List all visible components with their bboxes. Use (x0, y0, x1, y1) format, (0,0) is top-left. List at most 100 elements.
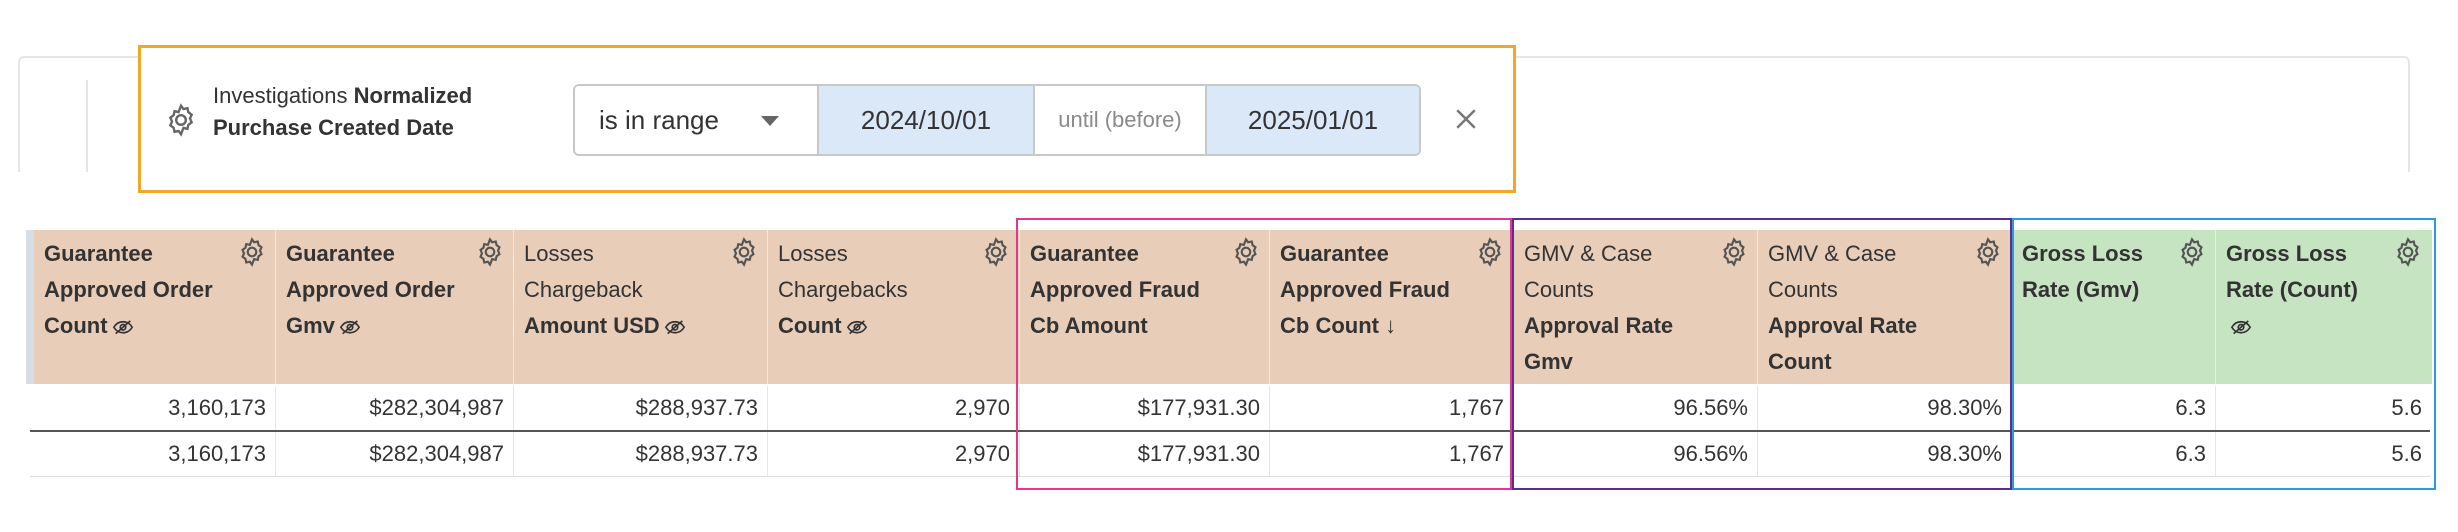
table-cell: $288,937.73 (635, 395, 758, 420)
cell-separator (513, 432, 514, 476)
filter-row: Investigations Normalized Purchase Creat… (138, 45, 1516, 193)
header-line3: Approval Rate (1524, 313, 1674, 338)
cell-separator (1019, 386, 1020, 430)
header-line2: Counts (1524, 277, 1594, 302)
cell-separator (513, 386, 514, 430)
column-header-1[interactable]: Guarantee Approved Order Count (34, 230, 276, 384)
column-header-label: GMV & Case Counts Approval Rate Count (1768, 236, 1962, 380)
column-header-8[interactable]: GMV & Case Counts Approval Rate Count (1758, 230, 2012, 384)
cell-separator (275, 432, 276, 476)
panel-divider (86, 80, 88, 172)
column-header-10[interactable]: Gross Loss Rate (Count) (2216, 230, 2432, 384)
header-line1: Gross Loss (2226, 241, 2348, 266)
cell-separator (1269, 386, 1270, 430)
header-line3: Amount USD (524, 313, 660, 338)
table-cell: 1,767 (1448, 441, 1504, 466)
cell-separator (2011, 386, 2012, 430)
column-header-label: Guarantee Approved Fraud Cb Amount (1030, 236, 1220, 344)
table-left-strip (26, 230, 34, 384)
remove-filter-icon[interactable] (1451, 104, 1481, 134)
cell-separator (2215, 386, 2216, 430)
cell-separator (2215, 432, 2216, 476)
table-cell: 6.3 (2175, 441, 2206, 466)
header-separator (1269, 230, 1270, 384)
cell-separator (2011, 432, 2012, 476)
table-cell: 96.56% (1673, 441, 1748, 466)
column-gear-icon[interactable] (1718, 236, 1750, 268)
column-header-2[interactable]: Guarantee Approved Order Gmv (276, 230, 514, 384)
column-header-5[interactable]: Guarantee Approved Fraud Cb Amount (1020, 230, 1270, 384)
header-line3: Gmv (286, 313, 335, 338)
column-gear-icon[interactable] (980, 236, 1012, 268)
column-gear-icon[interactable] (1972, 236, 2004, 268)
until-label: until (before) (1033, 86, 1205, 154)
table-cell: 98.30% (1927, 395, 2002, 420)
column-gear-icon[interactable] (236, 236, 268, 268)
table-cell: 5.6 (2391, 395, 2422, 420)
filter-gear-icon[interactable] (163, 102, 199, 138)
header-line1: Losses (524, 241, 594, 266)
row-divider (30, 430, 2430, 432)
header-line2: Counts (1768, 277, 1838, 302)
operator-value: is in range (599, 104, 719, 135)
table-cell: 3,160,173 (168, 441, 266, 466)
column-header-9[interactable]: Gross Loss Rate (Gmv) (2012, 230, 2216, 384)
header-line1: Guarantee (286, 241, 395, 266)
column-header-label: Guarantee Approved Order Count (44, 236, 226, 344)
header-line3: Cb Count (1280, 313, 1379, 338)
header-line1: Gross Loss (2022, 241, 2144, 266)
range-filter-control: is in range 2024/10/01 until (before) 20… (573, 84, 1421, 156)
table-cell: 6.3 (2175, 395, 2206, 420)
start-date-input[interactable]: 2024/10/01 (817, 86, 1033, 154)
column-header-3[interactable]: Losses Chargeback Amount USD (514, 230, 768, 384)
header-line1: GMV & Case (1524, 241, 1653, 266)
column-gear-icon[interactable] (1474, 236, 1506, 268)
header-line2: Approved Order (44, 277, 213, 302)
column-header-label: Guarantee Approved Fraud Cb Count ↓ (1280, 236, 1464, 344)
hidden-eye-icon (2230, 310, 2252, 334)
cell-separator (1513, 386, 1514, 430)
header-line3: Count (44, 313, 108, 338)
header-separator (275, 230, 276, 384)
header-separator (1019, 230, 1020, 384)
header-line2: Rate (Count) (2226, 277, 2358, 302)
hidden-eye-icon (664, 310, 686, 334)
table-cell: $282,304,987 (369, 441, 504, 466)
header-line1: Guarantee (44, 241, 153, 266)
column-header-label: GMV & Case Counts Approval Rate Gmv (1524, 236, 1708, 380)
table-cell: 96.56% (1673, 395, 1748, 420)
column-header-label: Gross Loss Rate (Gmv) (2022, 236, 2166, 308)
cell-separator (1757, 432, 1758, 476)
column-gear-icon[interactable] (2176, 236, 2208, 268)
hidden-eye-icon (112, 310, 134, 334)
column-gear-icon[interactable] (2392, 236, 2424, 268)
cell-separator (1513, 432, 1514, 476)
cell-separator (275, 386, 276, 430)
column-gear-icon[interactable] (474, 236, 506, 268)
column-header-label: Losses Chargeback Amount USD (524, 236, 718, 344)
column-header-4[interactable]: Losses Chargebacks Count (768, 230, 1020, 384)
table-cell: 5.6 (2391, 441, 2422, 466)
header-line3: Cb Amount (1030, 313, 1148, 338)
hidden-eye-icon (339, 310, 361, 334)
header-separator (1757, 230, 1758, 384)
hidden-eye-icon (846, 310, 868, 334)
header-line2: Approved Fraud (1030, 277, 1200, 302)
header-separator (2215, 230, 2216, 384)
column-header-6[interactable]: Guarantee Approved Fraud Cb Count ↓ (1270, 230, 1514, 384)
table-cell: $282,304,987 (369, 395, 504, 420)
header-line1: Losses (778, 241, 848, 266)
header-separator (1513, 230, 1514, 384)
start-date-value: 2024/10/01 (860, 104, 992, 135)
column-gear-icon[interactable] (728, 236, 760, 268)
header-line1: Guarantee (1280, 241, 1389, 266)
sort-descending-icon[interactable]: ↓ (1379, 313, 1396, 338)
operator-dropdown[interactable]: is in range (575, 86, 817, 154)
column-gear-icon[interactable] (1230, 236, 1262, 268)
end-date-value: 2025/01/01 (1247, 104, 1379, 135)
column-header-7[interactable]: GMV & Case Counts Approval Rate Gmv (1514, 230, 1758, 384)
header-line2: Approved Fraud (1280, 277, 1450, 302)
column-header-label: Guarantee Approved Order Gmv (286, 236, 464, 344)
end-date-input[interactable]: 2025/01/01 (1205, 86, 1419, 154)
table-cell: $288,937.73 (635, 441, 758, 466)
